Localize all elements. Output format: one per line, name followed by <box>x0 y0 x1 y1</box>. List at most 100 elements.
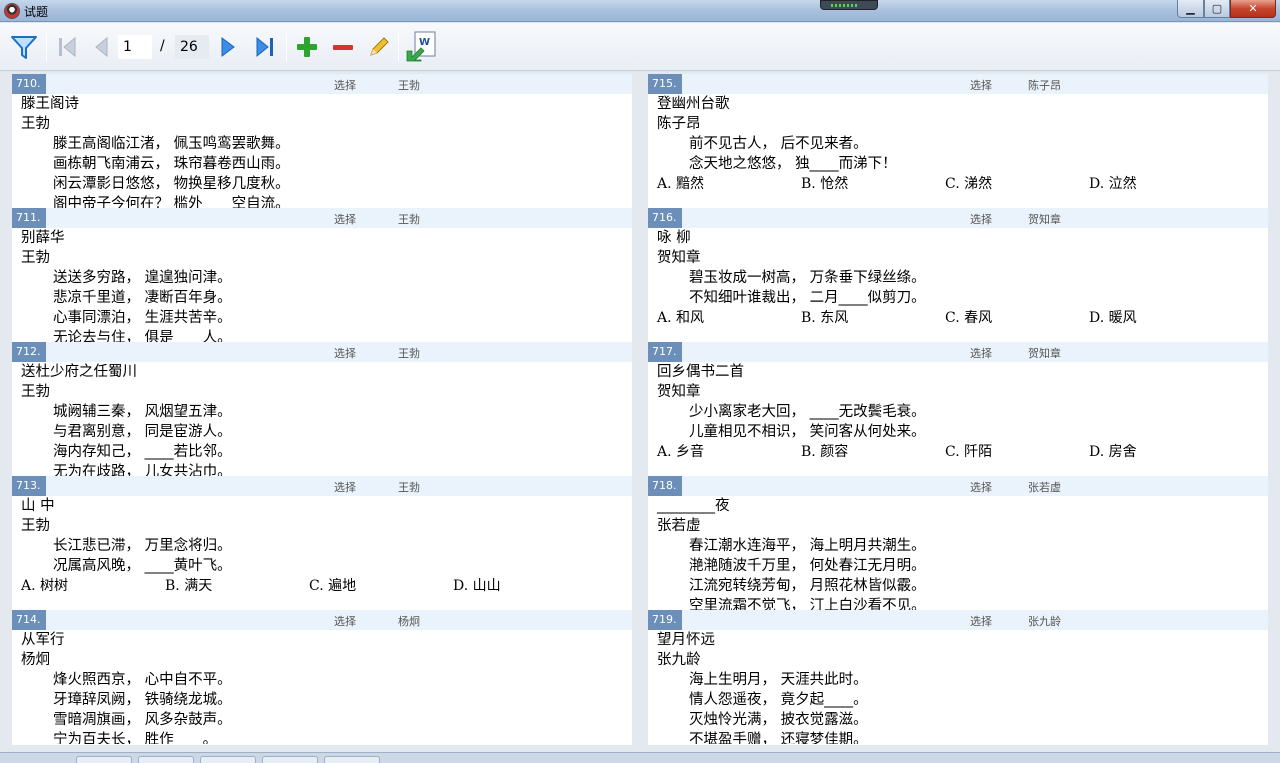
answer-option[interactable]: C. 春风 <box>945 308 1089 328</box>
last-page-button[interactable] <box>252 31 278 63</box>
word-export-icon: W <box>406 31 436 62</box>
question-card[interactable]: 714. 选择 杨炯 从军行 杨炯 烽火照西京， 心中自不平。 牙璋辞凤阙， 铁骑绕龙城。雪… <box>12 610 632 744</box>
export-word-button[interactable]: W <box>402 31 438 63</box>
poem-line: 海上生明月， 天涯共此时。 <box>689 672 868 688</box>
question-number: 718. <box>648 476 682 496</box>
poem-line: 灭烛怜光满， 披衣觉露滋。 <box>689 712 868 728</box>
question-number: 717. <box>648 342 682 362</box>
answer-option[interactable]: D. 山山 <box>453 576 597 596</box>
question-number: 713. <box>12 476 46 496</box>
poem-title: 山 中 <box>21 498 55 514</box>
answer-options: A. 树树 B. 满天 C. 遍地 D. 山山 <box>21 576 632 596</box>
first-page-button[interactable] <box>54 31 80 63</box>
question-card[interactable]: 711. 选择 王勃 别薛华 王勃 送送多穷路， 遑遑独问津。 悲凉千里道， 凄断百年身。心… <box>12 208 632 342</box>
maximize-button[interactable]: ▢ <box>1204 0 1230 18</box>
answer-option[interactable]: B. 颜容 <box>801 442 945 462</box>
question-body: ________夜 张若虚 春江潮水连海平， 海上明月共潮生。 滟滟随波千万里， 何处… <box>657 496 1268 610</box>
answer-option[interactable]: D. 房舍 <box>1089 442 1233 462</box>
filter-button[interactable] <box>8 31 40 63</box>
remove-button[interactable] <box>330 31 356 63</box>
poem-line: 阁中帝子今何在？ 槛外____空自流。 <box>53 196 290 208</box>
question-body: 别薛华 王勃 送送多穷路， 遑遑独问津。 悲凉千里道， 凄断百年身。 心事同漂泊， 生涯… <box>21 228 632 342</box>
question-author-tag: 张九龄 <box>1028 615 1061 628</box>
question-type: 选择 <box>970 79 992 92</box>
close-button[interactable]: ✕ <box>1230 0 1276 18</box>
poem-title: 从军行 <box>21 632 65 648</box>
question-number: 711. <box>12 208 46 228</box>
answer-option[interactable]: B. 东风 <box>801 308 945 328</box>
poem-line: 雪暗凋旗画， 风多杂鼓声。 <box>53 712 232 728</box>
answer-option[interactable]: D. 暖风 <box>1089 308 1233 328</box>
question-body: 登幽州台歌 陈子昂 前不见古人， 后不见来者。 念天地之悠悠， 独____而涕下！ A.… <box>657 94 1268 194</box>
poem-author: 张九龄 <box>657 652 701 668</box>
question-author-tag: 王勃 <box>398 347 420 360</box>
poem-author: 王勃 <box>21 384 50 400</box>
answer-option[interactable]: D. 泣然 <box>1089 174 1233 194</box>
question-card[interactable]: 719. 选择 张九龄 望月怀远 张九龄 海上生明月， 天涯共此时。 情人怨遥夜， 竟夕起_… <box>648 610 1268 744</box>
prev-page-icon <box>95 36 108 58</box>
question-body: 送杜少府之任蜀川 王勃 城阙辅三秦， 风烟望五津。 与君离别意， 同是宦游人。 海内存知… <box>21 362 632 476</box>
question-card[interactable]: 716. 选择 贺知章咏 柳贺知章 碧玉妆成一树高， 万条垂下绿丝绦。 不知细叶谁裁出，… <box>648 208 1268 342</box>
current-page-input[interactable] <box>118 35 152 59</box>
poem-author: 王勃 <box>21 518 50 534</box>
poem-line: 无论去与住， 俱是____人。 <box>53 330 232 342</box>
minimize-button[interactable]: ▁ <box>1177 0 1204 18</box>
question-card[interactable]: 712. 选择 王勃 送杜少府之任蜀川 王勃 城阙辅三秦， 风烟望五津。 与君离别意， 同是… <box>12 342 632 476</box>
poem-line: 情人怨遥夜， 竟夕起____。 <box>689 692 868 708</box>
plus-icon <box>297 37 317 57</box>
answer-option[interactable]: C. 阡陌 <box>945 442 1089 462</box>
poem-author: 贺知章 <box>657 384 701 400</box>
poem-line: 城阙辅三秦， 风烟望五津。 <box>53 404 232 420</box>
pencil-icon <box>370 37 389 56</box>
poem-line: 滟滟随波千万里， 何处春江无月明。 <box>689 558 926 574</box>
answer-option[interactable]: A. 和风 <box>657 308 801 328</box>
poem-author: 张若虚 <box>657 518 701 534</box>
answer-options: A. 乡音 B. 颜容 C. 阡陌 D. 房舍 <box>657 442 1268 462</box>
page-separator: / <box>160 38 165 54</box>
next-page-button[interactable] <box>216 31 240 63</box>
app-icon <box>4 3 20 19</box>
window-title: 试题 <box>24 5 49 19</box>
taskbar-thumbnail <box>820 0 878 10</box>
question-author-tag: 杨炯 <box>398 615 420 628</box>
question-author-tag: 王勃 <box>398 79 420 92</box>
question-type: 选择 <box>334 481 356 494</box>
answer-option[interactable]: A. 树树 <box>21 576 165 596</box>
poem-line: 春江潮水连海平， 海上明月共潮生。 <box>689 538 926 554</box>
answer-option[interactable]: B. 满天 <box>165 576 309 596</box>
question-header: 714. 选择 杨炯 <box>12 610 632 630</box>
question-header: 716. 选择 贺知章 <box>648 208 1268 228</box>
poem-author: 陈子昂 <box>657 116 701 132</box>
question-card[interactable]: 713. 选择 王勃山 中王勃 长江悲已滞， 万里念将归。 况属高风晚， ____黄叶飞… <box>12 476 632 610</box>
question-author-tag: 王勃 <box>398 213 420 226</box>
answer-option[interactable]: A. 乡音 <box>657 442 801 462</box>
question-number: 716. <box>648 208 682 228</box>
question-header: 717. 选择 贺知章 <box>648 342 1268 362</box>
question-card[interactable]: 718. 选择 张若虚 ________夜 张若虚 春江潮水连海平， 海上明月共潮生。 滟滟… <box>648 476 1268 610</box>
answer-option[interactable]: C. 涕然 <box>945 174 1089 194</box>
add-button[interactable] <box>294 31 320 63</box>
edit-button[interactable] <box>366 31 392 63</box>
bottom-tabs <box>0 752 1280 763</box>
poem-line: 悲凉千里道， 凄断百年身。 <box>53 290 232 306</box>
poem-line: 空里流霜不觉飞， 汀上白沙看不见。 <box>689 598 926 610</box>
question-card[interactable]: 717. 选择 贺知章 回乡偶书二首 贺知章 少小离家老大回， ____无改鬓毛衰。 儿童相… <box>648 342 1268 476</box>
question-header: 712. 选择 王勃 <box>12 342 632 362</box>
question-card[interactable]: 715. 选择 陈子昂 登幽州台歌 陈子昂 前不见古人， 后不见来者。 念天地之悠悠， 独_… <box>648 74 1268 208</box>
answer-option[interactable]: A. 黯然 <box>657 174 801 194</box>
poem-title: 滕王阁诗 <box>21 96 79 112</box>
answer-option[interactable]: C. 遍地 <box>309 576 453 596</box>
prev-page-button[interactable] <box>90 31 112 63</box>
question-header: 719. 选择 张九龄 <box>648 610 1268 630</box>
minus-icon <box>333 45 353 50</box>
poem-line: 不知细叶谁裁出， 二月____似剪刀。 <box>689 290 926 306</box>
question-number: 712. <box>12 342 46 362</box>
answer-option[interactable]: B. 怆然 <box>801 174 945 194</box>
right-column: 715. 选择 陈子昂 登幽州台歌 陈子昂 前不见古人， 后不见来者。 念天地之悠悠， 独_… <box>648 74 1268 745</box>
question-type: 选择 <box>970 347 992 360</box>
poem-author: 王勃 <box>21 116 50 132</box>
question-card[interactable]: 710. 选择 王勃 滕王阁诗 王勃 滕王高阁临江渚， 佩玉鸣鸾罢歌舞。 画栋朝飞南浦云， … <box>12 74 632 208</box>
question-header: 710. 选择 王勃 <box>12 74 632 94</box>
poem-line: 烽火照西京， 心中自不平。 <box>53 672 232 688</box>
question-number: 710. <box>12 74 46 94</box>
